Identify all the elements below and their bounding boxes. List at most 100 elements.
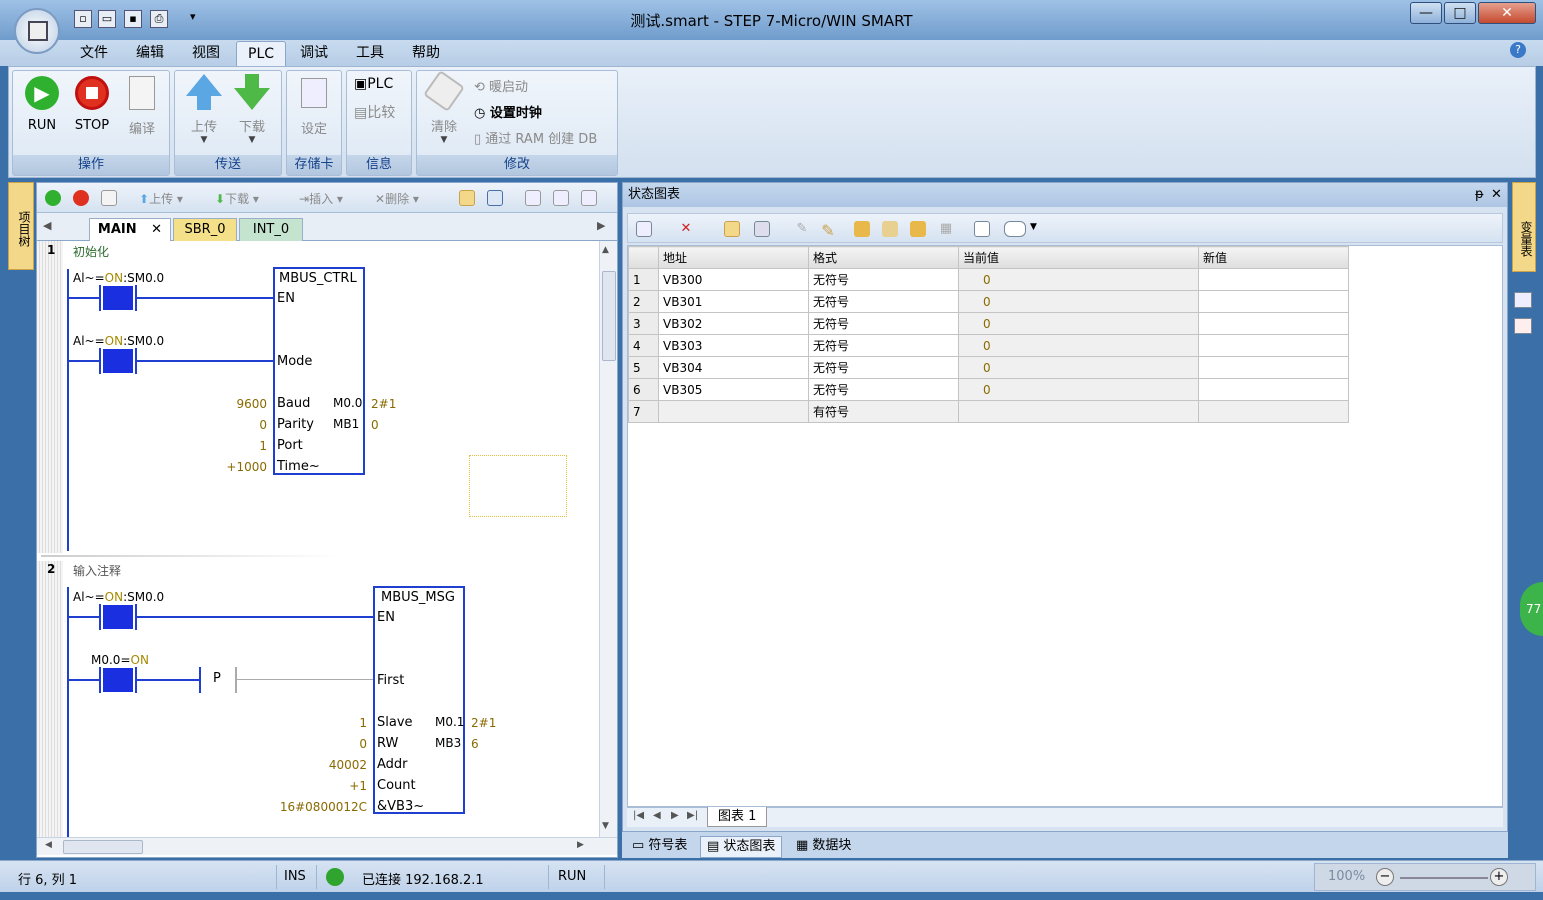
column-header-new-value[interactable]: 新值 xyxy=(1198,246,1349,269)
tab-int0[interactable]: INT_0 xyxy=(239,218,303,241)
tab-scroll-right-icon[interactable]: ▶ xyxy=(597,219,605,232)
ladder-view[interactable]: 1 初始化 Al~=ON:SM0.0 Al~=ON:SM0.0 MBUS_CTR… xyxy=(37,241,599,837)
maximize-button[interactable]: □ xyxy=(1444,2,1476,24)
mbus-msg-box[interactable]: MBUS_MSG EN First Slave RW Addr Count &V… xyxy=(373,586,465,814)
table-row[interactable]: 4 VB303 无符号 0 xyxy=(628,334,1349,357)
scroll-up-icon[interactable]: ▲ xyxy=(602,245,609,255)
table-row[interactable]: 7 有符号 xyxy=(628,400,1349,423)
write-icon[interactable]: ✎ xyxy=(794,221,810,237)
tab-close-icon[interactable]: ✕ xyxy=(151,222,162,237)
contact-operand[interactable]: M0.0=ON xyxy=(91,653,149,667)
contact-operand[interactable]: Al~=ON:SM0.0 xyxy=(73,334,164,348)
format-cell[interactable]: 无符号 xyxy=(808,268,959,291)
column-header-current-value[interactable]: 当前值 xyxy=(958,246,1199,269)
insert-tool-button[interactable]: ⇥插入 ▾ xyxy=(299,190,343,207)
tab-data-block[interactable]: ▦ 数据块 xyxy=(790,836,857,858)
side-panel-icon[interactable] xyxy=(1514,318,1532,334)
format-cell[interactable]: 无符号 xyxy=(808,334,959,357)
network-comment[interactable]: 输入注释 xyxy=(73,562,121,579)
next-sheet-icon[interactable]: ▶ xyxy=(671,810,679,821)
force-icon[interactable] xyxy=(910,221,926,237)
create-db-from-ram-button[interactable]: ▯ 通过 RAM 创建 DB xyxy=(474,128,597,147)
upload-button[interactable]: 上传 ▼ xyxy=(182,74,226,145)
tab-sbr0[interactable]: SBR_0 xyxy=(173,218,237,241)
format-cell[interactable]: 无符号 xyxy=(808,312,959,335)
compile-button[interactable]: 编译 xyxy=(120,76,164,137)
download-button[interactable]: 下载 ▼ xyxy=(230,74,274,145)
param-value[interactable]: 40002 xyxy=(273,758,367,772)
new-value-cell[interactable] xyxy=(1198,312,1349,335)
network-icon[interactable] xyxy=(487,190,503,206)
param-value[interactable]: 0 xyxy=(213,418,267,432)
column-header-format[interactable]: 格式 xyxy=(808,246,959,269)
last-sheet-icon[interactable]: ▶| xyxy=(687,810,698,821)
contact-energized[interactable] xyxy=(103,286,133,310)
new-value-cell[interactable] xyxy=(1198,290,1349,313)
read-forced-icon[interactable]: ▦ xyxy=(938,221,954,237)
new-value-cell[interactable] xyxy=(1198,334,1349,357)
contact-operand[interactable]: Al~=ON:SM0.0 xyxy=(73,590,164,604)
compare-button[interactable]: ▤比较 xyxy=(354,102,395,122)
param-value[interactable]: 1 xyxy=(273,716,367,730)
scroll-right-icon[interactable]: ▶ xyxy=(577,840,584,850)
prev-sheet-icon[interactable]: ◀ xyxy=(653,810,661,821)
tab-status-chart[interactable]: ▤ 状态图表 xyxy=(700,836,783,858)
table-row[interactable]: 1 VB300 无符号 0 xyxy=(628,268,1349,291)
new-value-cell[interactable] xyxy=(1198,400,1349,423)
mbus-ctrl-box[interactable]: MBUS_CTRL EN Mode Baud Parity Port Time~… xyxy=(273,267,365,475)
first-sheet-icon[interactable]: |◀ xyxy=(633,810,644,821)
address-cell[interactable]: VB303 xyxy=(658,334,809,357)
new-value-cell[interactable] xyxy=(1198,356,1349,379)
tag-icon[interactable] xyxy=(1004,221,1026,237)
format-cell[interactable]: 有符号 xyxy=(808,400,959,423)
tab-symbol-table[interactable]: ▭ 符号表 xyxy=(626,836,693,858)
continuous-monitor-icon[interactable] xyxy=(724,221,740,237)
run-button[interactable]: ▶ RUN xyxy=(20,76,64,133)
contact-operand[interactable]: Al~=ON:SM0.0 xyxy=(73,271,164,285)
vertical-scrollbar[interactable]: ▲ ▼ xyxy=(599,241,617,837)
table-row[interactable]: 6 VB305 无符号 0 xyxy=(628,378,1349,401)
contact-energized[interactable] xyxy=(103,349,133,373)
sheet-tab-chart1[interactable]: 图表 1 xyxy=(707,807,768,827)
table-row[interactable]: 5 VB304 无符号 0 xyxy=(628,356,1349,379)
side-panel-icon[interactable] xyxy=(1514,292,1532,308)
scroll-down-icon[interactable]: ▼ xyxy=(602,821,609,831)
add-row-icon[interactable] xyxy=(636,221,652,237)
menu-tools[interactable]: 工具 xyxy=(350,44,390,64)
address-cell[interactable]: VB301 xyxy=(658,290,809,313)
format-cell[interactable]: 无符号 xyxy=(808,356,959,379)
run-icon[interactable] xyxy=(45,190,61,206)
project-tree-tab[interactable]: 项目树 xyxy=(8,182,34,270)
scroll-thumb[interactable] xyxy=(63,840,143,854)
compile-icon[interactable] xyxy=(101,190,117,206)
set-clock-button[interactable]: ◷ 设置时钟 xyxy=(474,102,542,121)
param-value[interactable]: 9600 xyxy=(213,397,267,411)
lock-icon[interactable] xyxy=(854,221,870,237)
param-value[interactable]: 16#0800012C xyxy=(273,800,367,814)
scroll-thumb[interactable] xyxy=(602,271,616,361)
upload-tool-button[interactable]: ⬆上传 ▾ xyxy=(139,190,183,207)
menu-file[interactable]: 文件 xyxy=(74,44,114,64)
dropdown-icon[interactable]: ▼ xyxy=(1030,222,1037,232)
stop-icon[interactable] xyxy=(73,190,89,206)
menu-view[interactable]: 视图 xyxy=(186,44,226,64)
unlock-icon[interactable] xyxy=(882,221,898,237)
zoom-out-icon[interactable]: − xyxy=(1376,868,1394,886)
column-header-address[interactable]: 地址 xyxy=(658,246,809,269)
help-icon[interactable]: ? xyxy=(1510,42,1526,58)
network-icon[interactable] xyxy=(459,190,475,206)
table-row[interactable]: 3 VB302 无符号 0 xyxy=(628,312,1349,335)
network-comment[interactable]: 初始化 xyxy=(73,243,109,260)
contact-energized[interactable] xyxy=(103,605,133,629)
address-cell[interactable]: VB304 xyxy=(658,356,809,379)
param-value[interactable]: 1 xyxy=(213,439,267,453)
panel-close-icon[interactable]: ✕ xyxy=(1491,183,1502,207)
download-tool-button[interactable]: ⬇下载 ▾ xyxy=(215,190,259,207)
scroll-left-icon[interactable]: ◀ xyxy=(45,840,52,850)
zoom-slider[interactable] xyxy=(1400,877,1488,879)
address-cell[interactable]: VB300 xyxy=(658,268,809,291)
warm-start-button[interactable]: ⟲ 暖启动 xyxy=(474,76,528,95)
format-cell[interactable]: 无符号 xyxy=(808,290,959,313)
single-read-icon[interactable] xyxy=(754,221,770,237)
param-value[interactable]: +1000 xyxy=(213,460,267,474)
